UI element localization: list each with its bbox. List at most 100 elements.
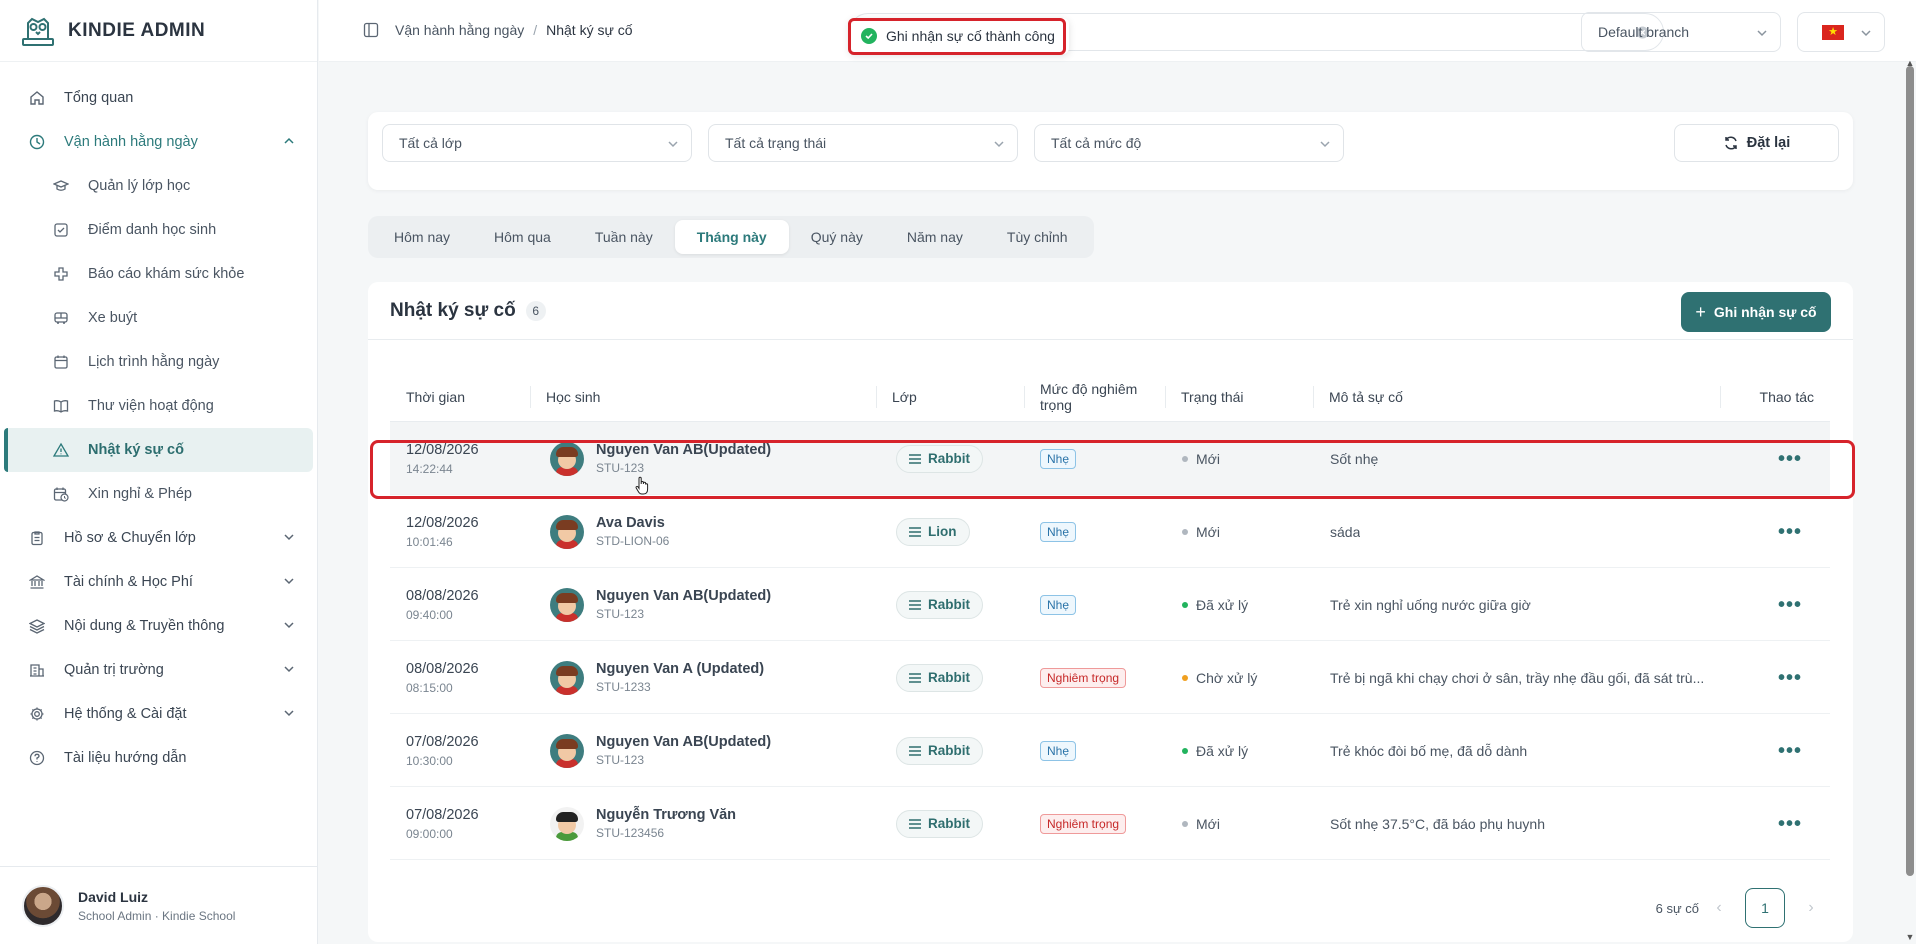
incident-time: 10:01:46 (406, 534, 453, 549)
sidebar-subitem-label: Xin nghỉ & Phép (88, 486, 192, 502)
col-time: Thời gian (406, 389, 465, 405)
list-icon (909, 745, 921, 756)
table-row[interactable]: 07/08/2026 10:30:00 Nguyen Van AB(Updated)… (390, 714, 1830, 787)
chevron-down-icon (1757, 30, 1767, 37)
tab-yesterday[interactable]: Hôm qua (472, 220, 573, 254)
chevron-up-icon (284, 137, 294, 144)
chevron-down-icon (284, 578, 294, 585)
sidebar-item-content[interactable]: Nội dung & Truyền thông (0, 604, 317, 648)
sidebar-subitem-activity-library[interactable]: Thư viện hoạt động (0, 384, 317, 428)
sidebar-subitem-class-management[interactable]: Quản lý lớp học (0, 164, 317, 208)
table-row[interactable]: 08/08/2026 09:40:00 Nguyen Van AB(Updated)… (390, 568, 1830, 641)
sidebar-item-school-admin[interactable]: Quản trị trường (0, 648, 317, 692)
prev-page-button[interactable]: ‹ (1709, 898, 1729, 918)
scroll-up-arrow[interactable]: ▲ (1904, 58, 1916, 68)
incident-date: 07/08/2026 (406, 733, 479, 750)
status-badge: Mới (1182, 524, 1220, 540)
user-profile[interactable]: David Luiz School Admin · Kindie School (0, 866, 317, 944)
sidebar-subitem-bus[interactable]: Xe buýt (0, 296, 317, 340)
actions-cell: ••• (1778, 495, 1802, 568)
sidebar-subitem-leave[interactable]: Xin nghỉ & Phép (0, 472, 317, 516)
help-icon (28, 749, 46, 767)
more-actions-button[interactable]: ••• (1778, 595, 1802, 615)
book-icon (52, 397, 70, 415)
student-cell[interactable]: Nguyễn Trương Văn STU-123456 (550, 787, 736, 860)
add-incident-button[interactable]: + Ghi nhận sự cố (1681, 292, 1831, 332)
class-cell: Rabbit (896, 641, 983, 714)
status-dot (1182, 528, 1188, 535)
status-cell: Đã xử lý (1182, 714, 1248, 787)
tab-this-week[interactable]: Tuần này (573, 220, 675, 254)
sidebar-item-label: Hệ thống & Cài đặt (64, 706, 187, 722)
status-filter-value: Tất cả trạng thái (725, 135, 827, 151)
student-id: STD-LION-06 (596, 534, 670, 548)
brand[interactable]: KINDIE ADMIN (0, 0, 317, 62)
home-icon (28, 89, 46, 107)
tab-this-quarter[interactable]: Quý này (789, 220, 885, 254)
sidebar-item-label: Vận hành hằng ngày (64, 134, 198, 150)
sidebar-item-daily-ops[interactable]: Vận hành hằng ngày (0, 120, 317, 164)
more-actions-button[interactable]: ••• (1778, 814, 1802, 834)
status-filter-select[interactable]: Tất cả trạng thái (708, 124, 1018, 162)
tab-this-year[interactable]: Năm nay (885, 220, 985, 254)
avatar (22, 884, 64, 927)
clipboard-icon (28, 529, 46, 547)
tab-today[interactable]: Hôm nay (372, 220, 472, 254)
sidebar-subitem-daily-schedule[interactable]: Lịch trình hằng ngày (0, 340, 317, 384)
table-row[interactable]: 12/08/2026 10:01:46 Ava Davis STD-LION-06 Li… (390, 495, 1830, 568)
breadcrumb-separator: / (533, 22, 538, 38)
sidebar-subitem-attendance[interactable]: Điểm danh học sinh (0, 208, 317, 252)
status-dot (1182, 747, 1188, 754)
gear-icon (28, 705, 46, 723)
severity-cell: Nghiêm trọng (1040, 641, 1127, 714)
incident-time: 08:15:00 (406, 680, 453, 695)
table-header: Thời gian Học sinh Lớp Mức độ nghiêm trọ… (390, 372, 1830, 422)
branch-select[interactable]: Default branch (1581, 12, 1781, 52)
breadcrumb-parent[interactable]: Vận hành hằng ngày (395, 22, 524, 38)
more-actions-button[interactable]: ••• (1778, 741, 1802, 761)
table-row[interactable]: 08/08/2026 08:15:00 Nguyen Van A (Updated)… (390, 641, 1830, 714)
tab-custom[interactable]: Tùy chỉnh (985, 220, 1090, 254)
sidebar-subitem-incident-log[interactable]: Nhật ký sự cố (4, 428, 313, 472)
severity-filter-select[interactable]: Tất cả mức độ (1034, 124, 1344, 162)
sidebar-subitem-label: Xe buýt (88, 310, 138, 326)
sidebar-item-overview[interactable]: Tổng quan (0, 76, 317, 120)
next-page-button[interactable]: › (1801, 898, 1821, 918)
calendar-clock-icon (52, 485, 70, 503)
student-cell[interactable]: Ava Davis STD-LION-06 (550, 495, 669, 568)
sidebar-subitem-health-report[interactable]: Báo cáo khám sức khỏe (0, 252, 317, 296)
more-actions-button[interactable]: ••• (1778, 522, 1802, 542)
more-actions-button[interactable]: ••• (1778, 668, 1802, 688)
topbar: Vận hành hằng ngày / Nhật ký sự cố Ghi n… (319, 0, 1916, 62)
student-cell[interactable]: Nguyen Van AB(Updated) STU-123 (550, 568, 771, 641)
sidebar-item-finance[interactable]: Tài chính & Học Phí (0, 560, 317, 604)
table-row[interactable]: 07/08/2026 09:00:00 Nguyễn Trương Văn STU-1… (390, 787, 1830, 860)
incident-date: 08/08/2026 (406, 587, 479, 604)
student-cell[interactable]: Nguyen Van A (Updated) STU-1233 (550, 641, 764, 714)
class-filter-select[interactable]: Tất cả lớp (382, 124, 692, 162)
total-count: 6 sự cố (1655, 900, 1699, 916)
page-scrollbar[interactable] (1906, 66, 1914, 876)
time-cell: 12/08/2026 10:01:46 (406, 495, 479, 568)
reset-button[interactable]: Đặt lại (1674, 124, 1839, 162)
class-cell: Rabbit (896, 714, 983, 787)
tab-this-month[interactable]: Tháng này (674, 220, 789, 254)
student-id: STU-1233 (596, 680, 651, 694)
scroll-down-arrow[interactable]: ▼ (1904, 932, 1916, 942)
student-avatar (550, 806, 584, 841)
severity-badge: Nghiêm trọng (1040, 813, 1127, 834)
sidebar-item-docs[interactable]: Tài liệu hướng dẫn (0, 736, 317, 780)
chevron-down-icon (284, 710, 294, 717)
sidebar-item-settings[interactable]: Hệ thống & Cài đặt (0, 692, 317, 736)
building-icon (28, 661, 46, 679)
bank-icon (28, 573, 46, 591)
sidebar-subitem-label: Quản lý lớp học (88, 178, 191, 194)
col-student: Học sinh (530, 372, 600, 422)
sidebar-item-records[interactable]: Hồ sơ & Chuyển lớp (0, 516, 317, 560)
page-button-1[interactable]: 1 (1745, 888, 1785, 928)
student-cell[interactable]: Nguyen Van AB(Updated) STU-123 (550, 714, 771, 787)
language-select[interactable]: ★ (1797, 12, 1885, 52)
class-chip: Rabbit (896, 736, 983, 765)
count-badge: 6 (525, 300, 546, 321)
sidebar-item-label: Hồ sơ & Chuyển lớp (64, 530, 196, 546)
